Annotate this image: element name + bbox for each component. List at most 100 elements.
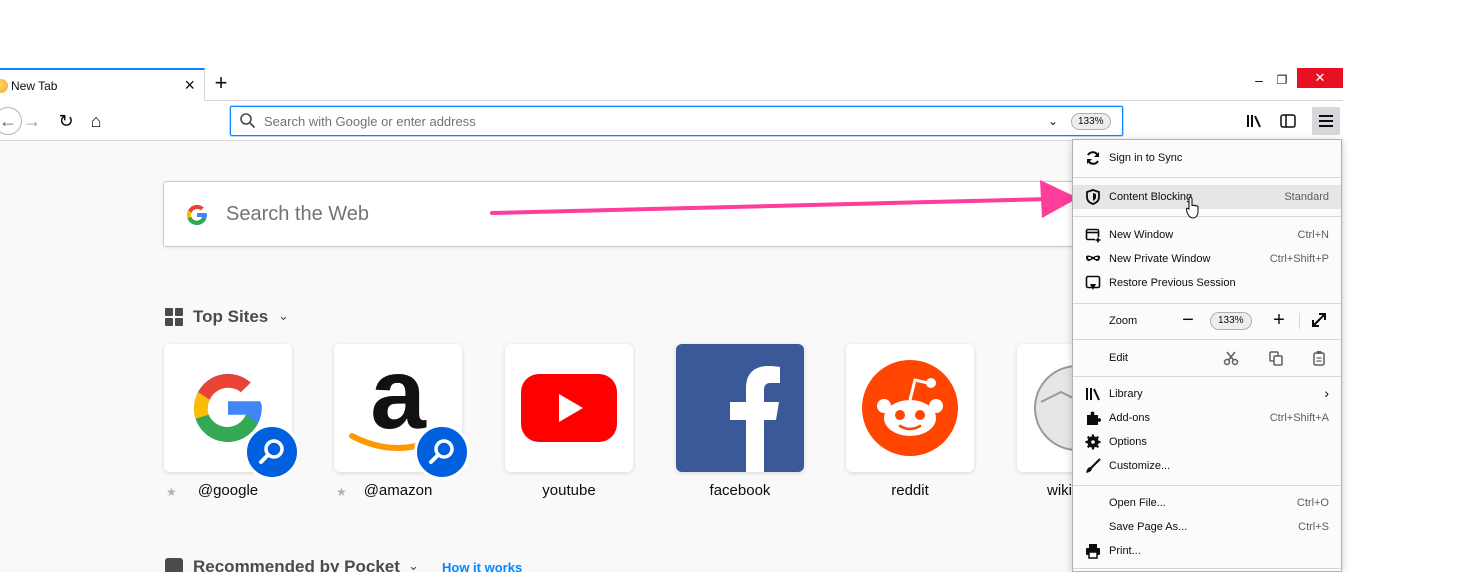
menu-item-options[interactable]: Options xyxy=(1073,430,1341,454)
top-site-label: facebook xyxy=(709,482,771,499)
menu-separator xyxy=(1073,376,1341,377)
top-site-label: @amazon xyxy=(363,482,433,499)
gear-icon xyxy=(1085,434,1101,450)
mask-icon xyxy=(1086,255,1100,261)
chevron-down-icon[interactable]: ⌄ xyxy=(1045,111,1061,131)
restore-icon xyxy=(1085,275,1101,290)
top-site-label: youtube xyxy=(542,482,596,499)
puzzle-icon xyxy=(1087,411,1101,425)
navigation-toolbar: ← → ↻ ⌂ Search with Google or enter addr… xyxy=(0,101,1343,141)
app-menu-panel: Sign in to Sync Content Blocking Standar… xyxy=(1072,139,1342,572)
top-site-tile-facebook[interactable] xyxy=(676,344,804,472)
zoom-indicator-badge[interactable]: 133% xyxy=(1071,113,1111,130)
new-window-icon xyxy=(1085,228,1101,243)
search-icon xyxy=(240,113,256,129)
menu-shortcut: Ctrl+S xyxy=(1298,521,1329,533)
forward-button[interactable]: → xyxy=(22,109,42,133)
menu-shortcut: Ctrl+O xyxy=(1296,497,1329,509)
screenshot-stage: New Tab × + – ❐ ✕ ← → ↻ ⌂ Search with Go… xyxy=(0,0,1483,572)
menu-separator xyxy=(1073,177,1341,178)
pocket-icon xyxy=(165,558,183,572)
menu-item-restore-session[interactable]: Restore Previous Session xyxy=(1073,271,1341,295)
home-button[interactable]: ⌂ xyxy=(84,109,108,133)
menu-item-new-window[interactable]: New Window Ctrl+N xyxy=(1073,223,1341,247)
menu-label: Options xyxy=(1109,436,1147,448)
top-site-tile-youtube[interactable] xyxy=(505,344,633,472)
zoom-out-button[interactable]: − xyxy=(1179,309,1197,331)
grid-icon xyxy=(165,308,183,326)
how-it-works-link[interactable]: How it works xyxy=(442,560,522,572)
zoom-label: Zoom xyxy=(1109,315,1138,327)
copy-icon[interactable] xyxy=(1268,350,1284,366)
menu-separator xyxy=(1073,568,1341,569)
top-site-tile-reddit[interactable] xyxy=(846,344,974,472)
search-shortcut-badge xyxy=(244,424,300,480)
top-site-tile-amazon[interactable]: a xyxy=(334,344,470,480)
menu-item-save-page[interactable]: Save Page As... Ctrl+S xyxy=(1073,515,1341,539)
tab-new-tab[interactable]: New Tab × xyxy=(0,68,205,101)
menu-label: Print... xyxy=(1109,545,1141,557)
menu-label: Restore Previous Session xyxy=(1109,277,1236,289)
facebook-logo-icon xyxy=(730,366,780,472)
menu-item-print[interactable]: Print... xyxy=(1073,539,1341,563)
printer-icon xyxy=(1086,544,1100,559)
menu-zoom-row: Zoom − 133% + xyxy=(1073,307,1341,335)
menu-separator xyxy=(1073,303,1341,304)
edit-label: Edit xyxy=(1109,352,1128,364)
menu-separator xyxy=(1073,485,1341,486)
menu-separator xyxy=(1073,216,1341,217)
hamburger-icon[interactable] xyxy=(1312,107,1340,135)
chevron-down-icon[interactable]: ⌄ xyxy=(408,558,419,572)
search-icon xyxy=(429,439,454,464)
menu-item-sign-in-sync[interactable]: Sign in to Sync xyxy=(1073,146,1341,170)
tab-title: New Tab xyxy=(11,79,58,93)
top-site-label: @google xyxy=(197,482,259,499)
menu-label: Customize... xyxy=(1109,460,1171,472)
top-site-tile-google[interactable] xyxy=(164,344,300,480)
menu-shortcut: Ctrl+Shift+P xyxy=(1269,253,1329,265)
menu-item-customize[interactable]: Customize... xyxy=(1073,454,1341,478)
window-minimize-button[interactable]: – xyxy=(1252,70,1266,90)
menu-label: Open File... xyxy=(1109,497,1166,509)
paste-icon[interactable] xyxy=(1311,350,1327,366)
mouse-cursor-icon xyxy=(1186,196,1199,219)
menu-label: New Window xyxy=(1109,229,1174,241)
back-button[interactable]: ← xyxy=(0,107,22,135)
reddit-logo-icon xyxy=(862,360,958,456)
menu-label: Content Blocking xyxy=(1109,191,1193,203)
firefox-favicon-icon xyxy=(0,79,8,93)
youtube-logo-icon xyxy=(521,374,617,442)
menu-item-open-file[interactable]: Open File... Ctrl+O xyxy=(1073,491,1341,515)
cut-icon[interactable] xyxy=(1223,350,1239,366)
menu-item-addons[interactable]: Add-ons Ctrl+Shift+A xyxy=(1073,406,1341,430)
pocket-title: Recommended by Pocket xyxy=(193,557,400,572)
search-icon xyxy=(259,439,284,464)
menu-label: New Private Window xyxy=(1109,253,1211,265)
menu-item-library[interactable]: Library › xyxy=(1073,382,1341,406)
zoom-in-button[interactable]: + xyxy=(1270,309,1288,331)
reload-button[interactable]: ↻ xyxy=(54,109,78,133)
brush-icon xyxy=(1086,458,1101,473)
tab-close-icon[interactable]: × xyxy=(184,75,195,95)
address-input-placeholder[interactable]: Search with Google or enter address xyxy=(264,114,476,129)
fullscreen-icon[interactable] xyxy=(1311,312,1327,328)
address-bar[interactable]: Search with Google or enter address ⌄ 13… xyxy=(230,106,1123,136)
top-site-label: reddit xyxy=(891,482,929,499)
top-sites-title: Top Sites xyxy=(193,307,269,326)
chevron-down-icon[interactable]: ⌄ xyxy=(278,308,289,324)
window-close-button[interactable]: ✕ xyxy=(1297,68,1343,88)
menu-item-content-blocking[interactable]: Content Blocking Standard xyxy=(1073,185,1341,209)
menu-item-new-private-window[interactable]: New Private Window Ctrl+Shift+P xyxy=(1073,247,1341,271)
google-logo-icon xyxy=(186,204,207,226)
zoom-divider xyxy=(1299,313,1300,329)
new-tab-button[interactable]: + xyxy=(210,70,232,96)
menu-edit-row: Edit xyxy=(1073,344,1341,372)
web-search-placeholder[interactable]: Search the Web xyxy=(226,203,369,226)
zoom-reset-button[interactable]: 133% xyxy=(1210,312,1252,330)
window-restore-button[interactable]: ❐ xyxy=(1275,70,1289,90)
library-icon[interactable] xyxy=(1244,111,1264,131)
menu-label: Save Page As... xyxy=(1109,521,1188,533)
sidebar-icon[interactable] xyxy=(1278,111,1298,131)
menu-label: Library xyxy=(1109,388,1143,400)
menu-shortcut: Ctrl+Shift+A xyxy=(1269,412,1329,424)
